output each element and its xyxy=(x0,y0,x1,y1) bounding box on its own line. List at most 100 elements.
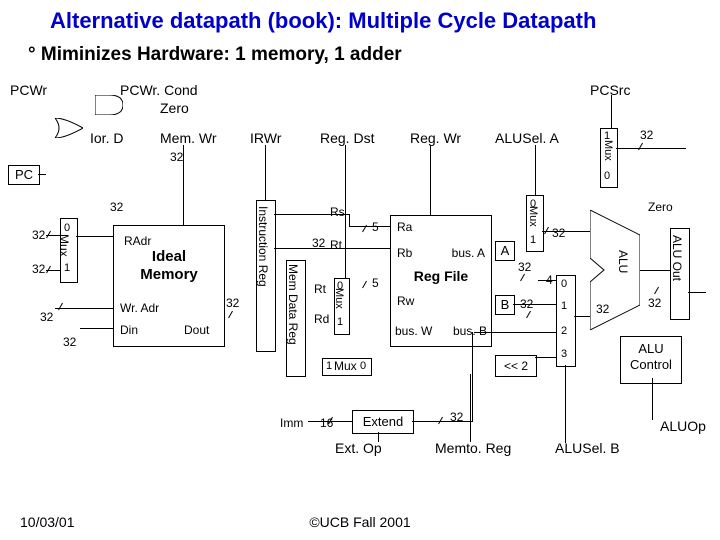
sig-memwr: Mem. Wr xyxy=(160,130,217,146)
sig-aluop: ALUOp xyxy=(660,418,706,434)
sig-alusela: ALUSel. A xyxy=(495,130,559,146)
mux-sel-0: 0 xyxy=(604,170,610,182)
mux-sel-1: 1 xyxy=(561,300,567,312)
wire xyxy=(274,214,349,215)
memory-block: RAdr Ideal Memory Wr. Adr Din Dout xyxy=(113,225,225,347)
mux-sel-1: 1 xyxy=(530,234,536,246)
b-register: B xyxy=(495,295,515,315)
instruction-reg-label: Instruction Reg xyxy=(256,206,270,287)
wire xyxy=(474,332,556,333)
field-rt: Rt xyxy=(330,238,342,252)
memory-label-2: Memory xyxy=(114,266,224,283)
wire xyxy=(513,304,556,305)
wire xyxy=(640,270,670,271)
page-title: Alternative datapath (book): Multiple Cy… xyxy=(50,8,596,34)
bus-width-32: 32 xyxy=(32,262,45,276)
regfile-ra: Ra xyxy=(397,220,412,234)
mux-label: Mux xyxy=(334,359,357,373)
mem-dout-port: Dout xyxy=(184,323,209,337)
pc-register: PC xyxy=(8,165,40,185)
mem-wradr-port: Wr. Adr xyxy=(120,301,159,315)
mux-sel-3: 3 xyxy=(561,348,567,360)
wire xyxy=(574,316,590,317)
extend-block: Extend xyxy=(352,410,414,434)
alu-control-label: ALU Control xyxy=(630,341,672,372)
sig-pcwr: PCWr xyxy=(10,82,47,98)
shift-left-2: << 2 xyxy=(495,355,537,377)
mux-sel-1: 1 xyxy=(326,360,332,372)
wire xyxy=(76,236,113,237)
wire xyxy=(565,365,566,443)
wire xyxy=(345,145,346,285)
wire xyxy=(430,145,431,225)
and-gate-icon xyxy=(95,95,123,115)
mux-sel-0: 0 xyxy=(561,278,567,290)
mux-label: Mux xyxy=(602,140,614,161)
wire xyxy=(349,226,390,227)
wire xyxy=(688,292,706,293)
wire xyxy=(80,328,113,329)
bus-width-32: 32 xyxy=(450,410,463,424)
bus-slash xyxy=(520,274,532,285)
bus-slash xyxy=(46,266,58,277)
footer-copyright: ©UCB Fall 2001 xyxy=(0,514,720,530)
bus-width-32: 32 xyxy=(170,150,183,164)
regfile-rb: Rb xyxy=(397,246,412,260)
mux-label: Mux xyxy=(527,206,539,227)
reg-file: Ra Rb bus. A Reg File Rw bus. W bus. B xyxy=(390,215,492,347)
mux-sel-2: 2 xyxy=(561,325,567,337)
regfile-busa: bus. A xyxy=(452,246,485,260)
mux-label: Mux xyxy=(333,288,345,309)
or-gate-icon xyxy=(55,118,83,138)
sig-zero-in: Zero xyxy=(160,100,189,116)
wire xyxy=(538,280,556,281)
bus-width-32: 32 xyxy=(63,335,76,349)
wire xyxy=(472,332,473,422)
subtitle: ° Miminizes Hardware: 1 memory, 1 adder xyxy=(28,44,402,66)
bus-width-32: 32 xyxy=(110,200,123,214)
sig-extop: Ext. Op xyxy=(335,440,382,456)
alu-label: ALU xyxy=(616,250,630,273)
field-rt2: Rt xyxy=(314,282,326,296)
sig-regdst: Reg. Dst xyxy=(320,130,374,146)
sig-memtoreg: Memto. Reg xyxy=(435,440,511,456)
bus-width-5: 5 xyxy=(372,276,379,290)
mem-din-port: Din xyxy=(120,323,138,337)
bus-width-32: 32 xyxy=(596,302,609,316)
bus-slash xyxy=(228,311,240,322)
bus-width-32: 32 xyxy=(640,128,653,142)
wire xyxy=(616,148,686,149)
bus-slash xyxy=(58,303,70,314)
wire xyxy=(349,214,350,226)
mem-data-reg-label: Mem Data Reg xyxy=(286,264,300,345)
wire xyxy=(535,357,556,358)
wire xyxy=(274,248,390,249)
regfile-busw: bus. W xyxy=(395,324,432,338)
memory-label-1: Ideal xyxy=(114,248,224,265)
wire xyxy=(378,432,379,442)
mux-sel-0: 0 xyxy=(360,360,366,372)
field-imm: Imm xyxy=(280,416,303,430)
alu-control: ALU Control xyxy=(620,336,682,384)
mux-sel-1: 1 xyxy=(64,262,70,274)
mux-label: Mux xyxy=(57,234,71,257)
bus-width-5: 5 xyxy=(372,220,379,234)
alu-out-label: ALU Out xyxy=(670,235,684,281)
bus-width-32: 32 xyxy=(518,260,531,274)
sig-pcwrcond: PCWr. Cond xyxy=(120,82,198,98)
field-rd: Rd xyxy=(314,312,329,326)
wire xyxy=(38,174,46,175)
field-rs: Rs xyxy=(330,205,345,219)
sig-iord: Ior. D xyxy=(90,130,123,146)
bus-slash xyxy=(526,311,538,322)
bus-width-32: 32 xyxy=(648,296,661,310)
regfile-busb: bus. B xyxy=(453,324,487,338)
sig-regwr: Reg. Wr xyxy=(410,130,461,146)
bus-width-32: 32 xyxy=(40,310,53,324)
alu-zero-out: Zero xyxy=(648,200,673,214)
bus-slash xyxy=(438,417,450,428)
wire xyxy=(470,374,471,442)
bus-width-32: 32 xyxy=(32,228,45,242)
bus-width-32: 32 xyxy=(226,296,239,310)
mem-radr-port: RAdr xyxy=(124,234,234,248)
